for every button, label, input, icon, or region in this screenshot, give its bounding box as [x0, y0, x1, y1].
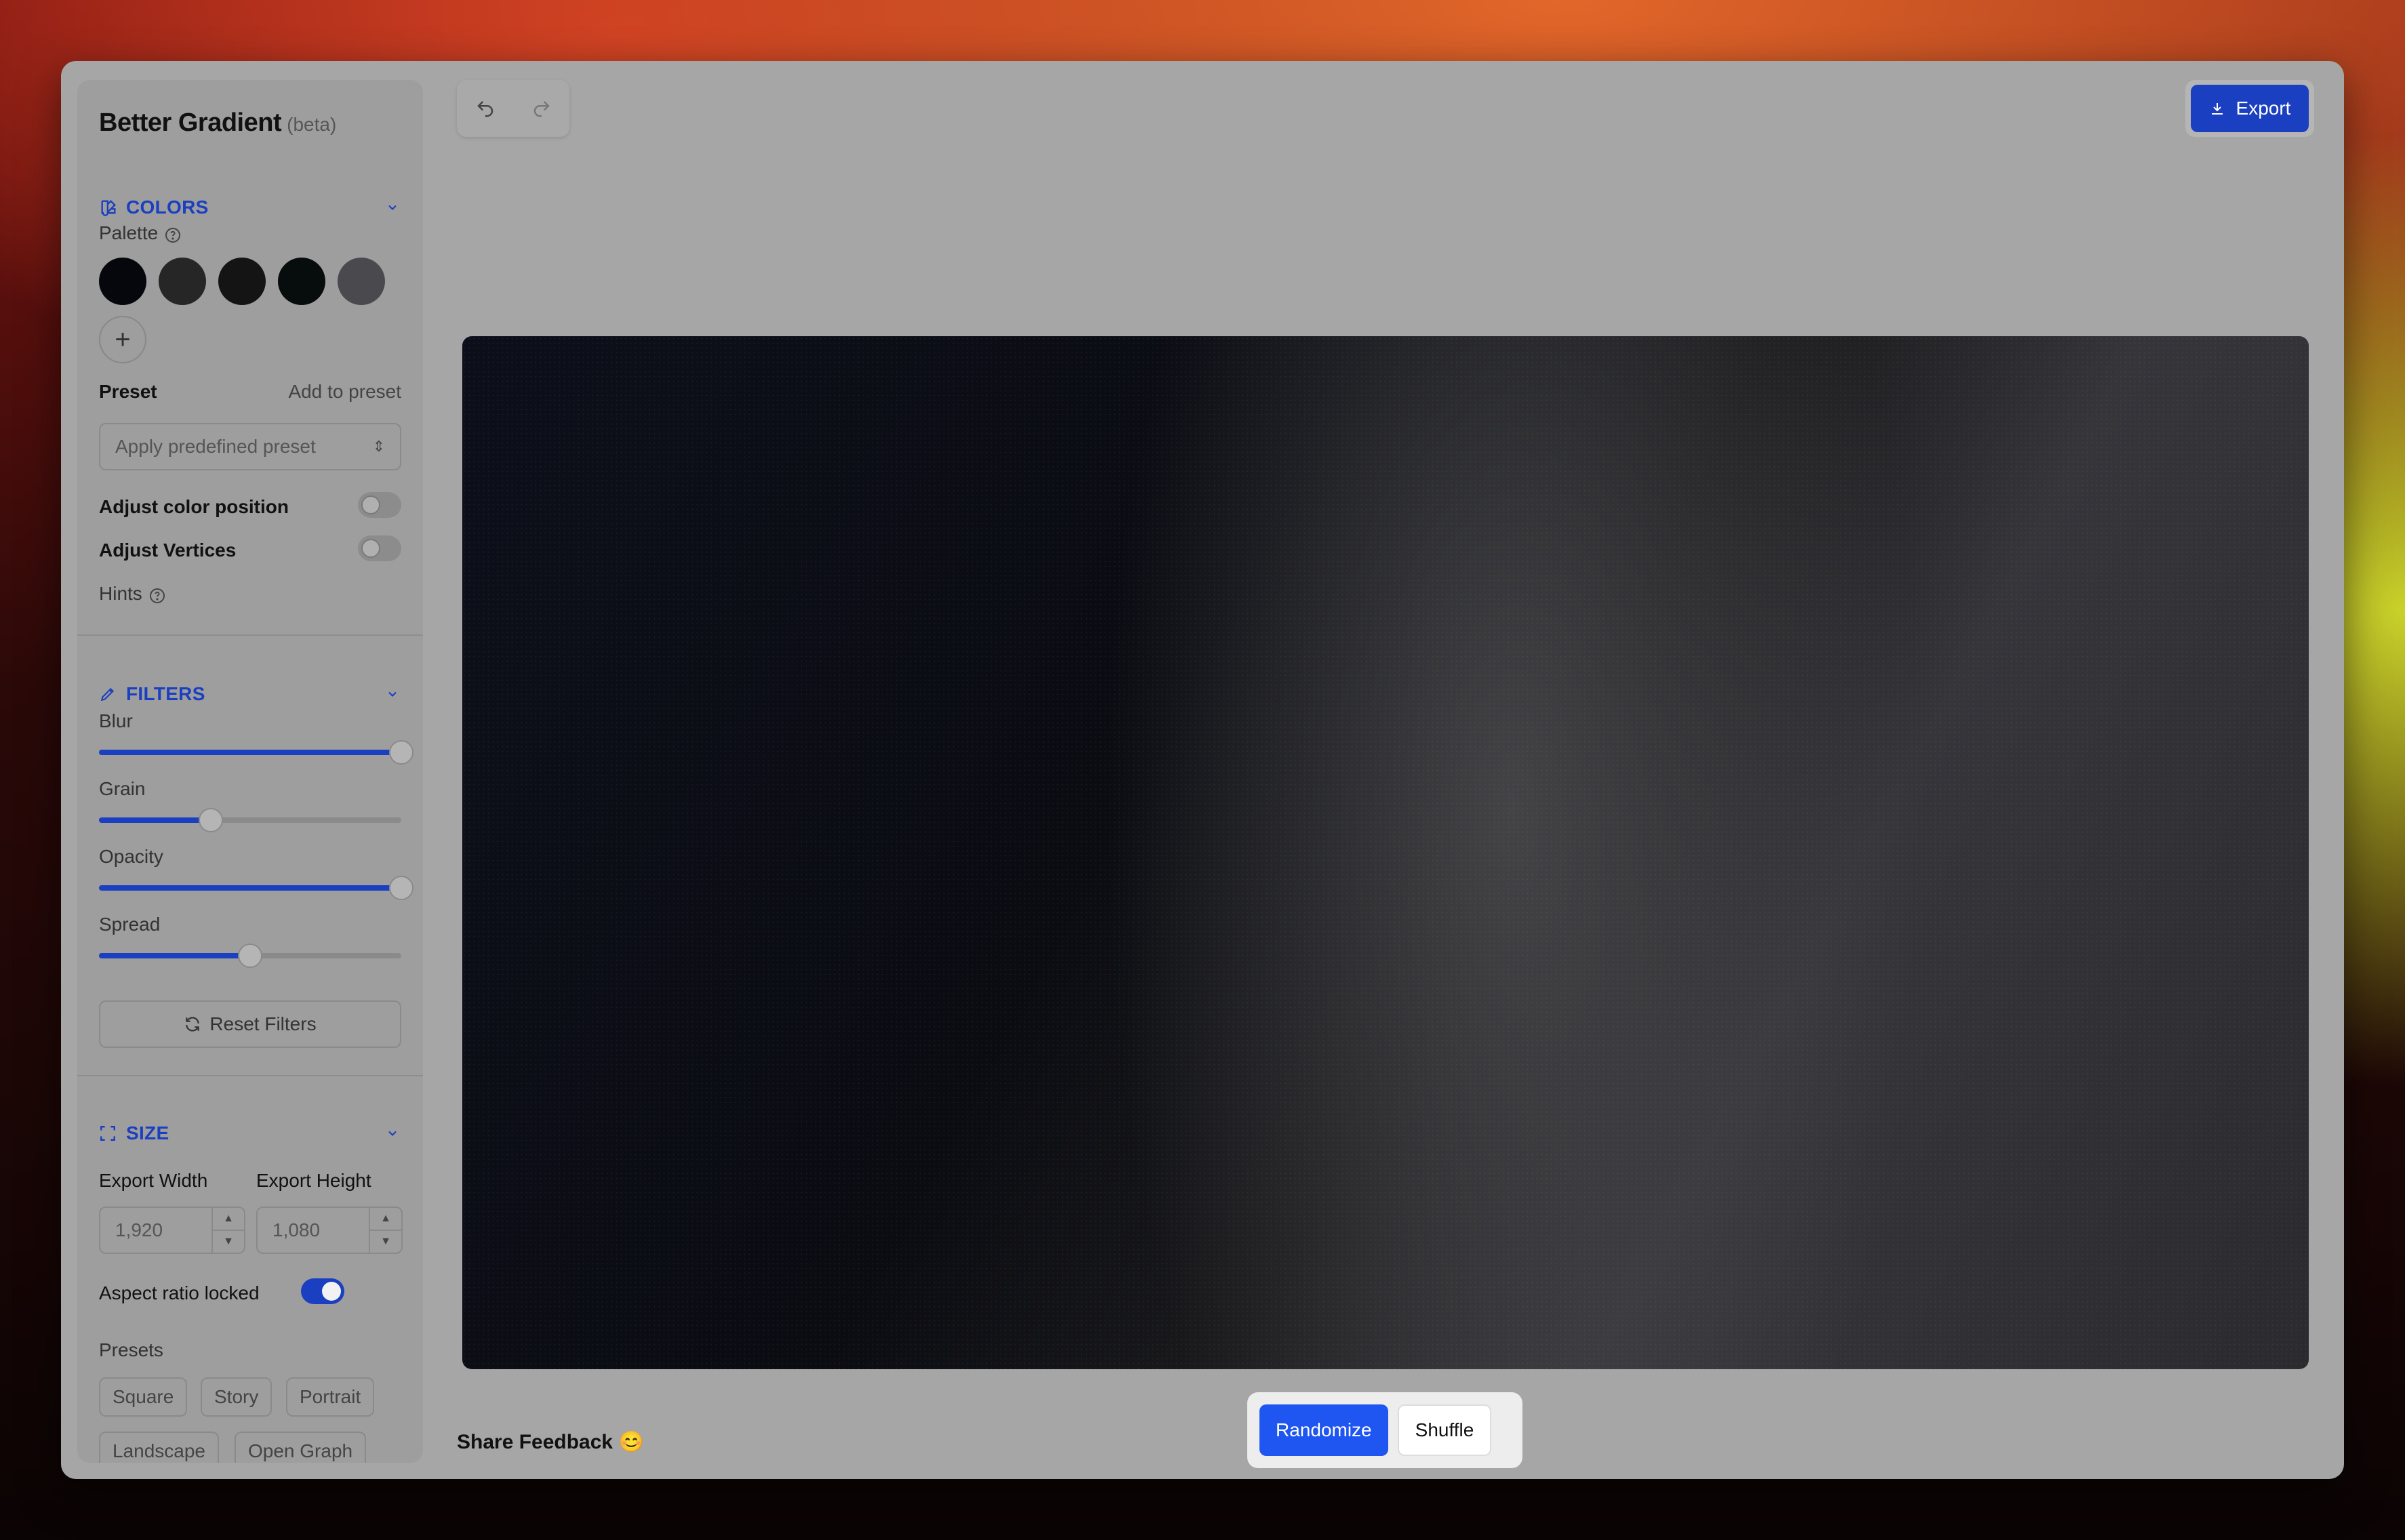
- app-window: Better Gradient (beta) COLORS Palette + P…: [61, 61, 2344, 1479]
- colors-section-header[interactable]: COLORS: [99, 192, 401, 222]
- frame-icon: [99, 1124, 118, 1143]
- palette-swatch-4[interactable]: [278, 258, 325, 305]
- preset-chip-portrait[interactable]: Portrait: [286, 1377, 375, 1417]
- gradient-canvas[interactable]: [462, 336, 2309, 1369]
- share-feedback-link[interactable]: Share Feedback 😊: [457, 1430, 644, 1454]
- app-title: Better Gradient (beta): [99, 108, 337, 137]
- adjust-vertices-toggle[interactable]: [358, 535, 401, 561]
- preset-select[interactable]: Apply predefined preset ⇕: [99, 423, 401, 470]
- reset-filters-button[interactable]: Reset Filters: [99, 1000, 401, 1048]
- filters-section-header[interactable]: FILTERS: [99, 679, 401, 709]
- grain-slider[interactable]: [99, 807, 401, 834]
- decrement-icon[interactable]: ▼: [213, 1231, 244, 1253]
- plus-icon: +: [115, 324, 131, 354]
- blur-label: Blur: [99, 710, 133, 731]
- preset-chip-landscape[interactable]: Landscape: [99, 1432, 220, 1463]
- chevron-down-icon: [384, 1124, 401, 1142]
- reset-filters-label: Reset Filters: [209, 1013, 317, 1034]
- chevron-down-icon: [384, 199, 401, 216]
- redo-icon[interactable]: [528, 95, 555, 122]
- palette-swatch-3[interactable]: [218, 258, 266, 305]
- adjust-vertices-label: Adjust Vertices: [99, 540, 237, 561]
- undo-icon[interactable]: [472, 95, 499, 122]
- help-icon[interactable]: [149, 587, 165, 603]
- palette-swatch-5[interactable]: [338, 258, 385, 305]
- grain-label: Grain: [99, 778, 146, 799]
- add-to-preset-link[interactable]: Add to preset: [288, 381, 401, 403]
- export-label: Export: [2236, 98, 2291, 119]
- palette-icon: [99, 198, 118, 217]
- aspect-ratio-toggle[interactable]: [301, 1278, 344, 1304]
- blur-slider[interactable]: [99, 739, 413, 766]
- adjust-color-position-label: Adjust color position: [99, 496, 289, 517]
- preset-chip-story[interactable]: Story: [201, 1377, 272, 1417]
- export-width-label: Export Width: [99, 1170, 208, 1191]
- pen-icon: [99, 685, 118, 704]
- export-width-value: 1,920: [115, 1219, 163, 1240]
- decrement-icon[interactable]: ▼: [370, 1231, 401, 1253]
- adjust-color-position-toggle[interactable]: [358, 492, 401, 518]
- export-height-label: Export Height: [256, 1170, 371, 1191]
- divider: [77, 1075, 423, 1076]
- export-button[interactable]: Export: [2191, 85, 2309, 132]
- size-section-title: SIZE: [126, 1122, 169, 1143]
- export-container: Export: [2185, 80, 2314, 137]
- randomize-button[interactable]: Randomize: [1259, 1404, 1388, 1456]
- export-height-value: 1,080: [272, 1219, 321, 1240]
- slider-thumb[interactable]: [389, 876, 413, 900]
- slider-thumb[interactable]: [389, 740, 413, 765]
- download-icon: [2209, 100, 2227, 117]
- slider-thumb[interactable]: [238, 944, 262, 968]
- history-controls: [457, 80, 569, 137]
- chevron-down-icon: [384, 685, 401, 703]
- filters-section-title: FILTERS: [126, 683, 205, 704]
- palette-swatch-2[interactable]: [159, 258, 206, 305]
- sidebar: Better Gradient (beta) COLORS Palette + P…: [77, 80, 423, 1463]
- export-width-input[interactable]: 1,920 ▲ ▼: [99, 1207, 245, 1254]
- action-bar: Randomize Shuffle: [1247, 1392, 1522, 1468]
- select-caret-icon: ⇕: [372, 438, 385, 455]
- preset-label: Preset: [99, 381, 157, 402]
- slider-thumb[interactable]: [199, 808, 224, 832]
- spread-label: Spread: [99, 914, 161, 935]
- opacity-label: Opacity: [99, 846, 163, 867]
- aspect-ratio-label: Aspect ratio locked: [99, 1282, 260, 1303]
- shuffle-button[interactable]: Shuffle: [1397, 1404, 1492, 1456]
- increment-icon[interactable]: ▲: [213, 1208, 244, 1231]
- export-height-input[interactable]: 1,080 ▲ ▼: [256, 1207, 403, 1254]
- spread-slider[interactable]: [99, 942, 401, 969]
- help-icon[interactable]: [165, 226, 181, 243]
- preset-chip-square[interactable]: Square: [99, 1377, 188, 1417]
- palette-label: Palette: [99, 222, 181, 244]
- presets-label: Presets: [99, 1339, 163, 1360]
- refresh-icon: [184, 1015, 201, 1033]
- size-section-header[interactable]: SIZE: [99, 1118, 401, 1148]
- increment-icon[interactable]: ▲: [370, 1208, 401, 1231]
- hints-label: Hints: [99, 583, 165, 605]
- colors-section-title: COLORS: [126, 197, 209, 218]
- divider: [77, 634, 423, 636]
- palette-swatch-1[interactable]: [99, 258, 146, 305]
- preset-chip-open-graph[interactable]: Open Graph: [235, 1432, 367, 1463]
- preset-select-value: Apply predefined preset: [115, 436, 316, 457]
- opacity-slider[interactable]: [99, 874, 413, 901]
- beta-badge: (beta): [287, 114, 337, 135]
- add-color-button[interactable]: +: [99, 316, 146, 363]
